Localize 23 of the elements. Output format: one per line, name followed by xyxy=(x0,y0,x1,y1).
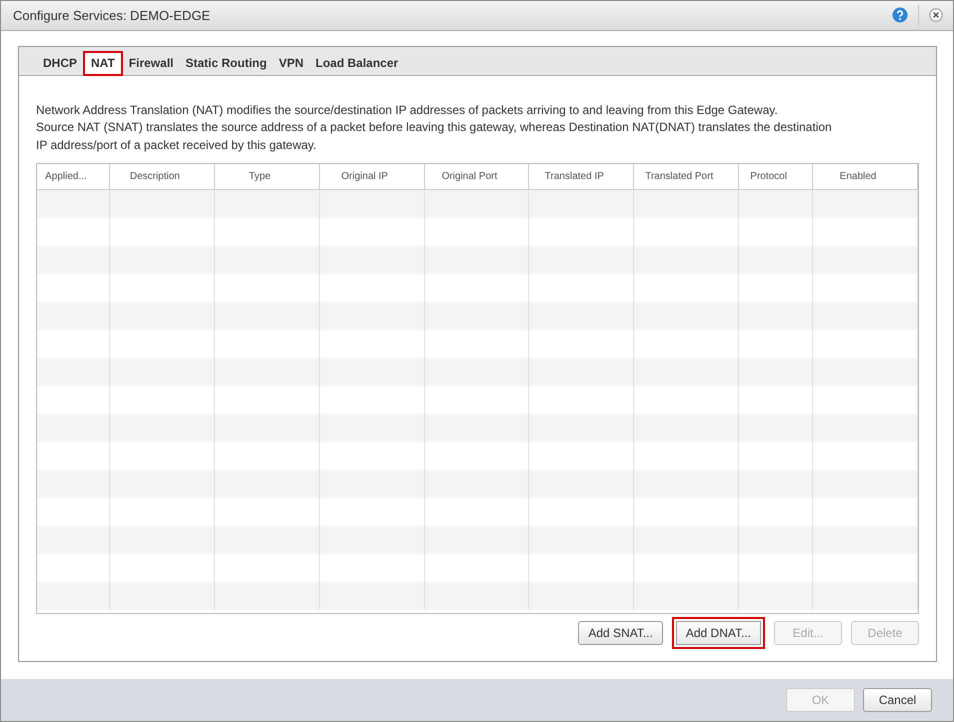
column-header[interactable]: Enabled xyxy=(813,164,918,190)
help-icon[interactable] xyxy=(892,7,908,24)
column-header[interactable]: Translated Port xyxy=(634,164,740,190)
tab[interactable]: NAT xyxy=(83,50,123,76)
close-icon[interactable] xyxy=(929,8,943,22)
tab[interactable]: DHCP xyxy=(37,50,84,75)
column-header[interactable]: Translated IP xyxy=(529,164,634,190)
tab[interactable]: Static Routing xyxy=(179,50,273,75)
column-header[interactable]: Protocol xyxy=(739,164,814,190)
column-header[interactable]: Original Port xyxy=(424,164,530,190)
column-header[interactable]: Description xyxy=(110,164,215,190)
column-header[interactable]: Type xyxy=(214,164,320,190)
window-title: Configure Services: DEMO-EDGE xyxy=(13,8,210,23)
description-text: Network Address Translation (NAT) modifies the source/destination IP addresses of packets arriving to and leaving from this Edge Gateway. xyxy=(36,102,779,119)
dialog-button[interactable]: Cancel xyxy=(863,688,932,712)
description-text: Source NAT (SNAT) translates the source address of a packet before leaving this gateway, whereas Destination NAT(DNAT) translates the destination IP address/port of a packet received by this gateway. xyxy=(36,119,833,154)
column-header[interactable]: Original IP xyxy=(320,164,425,190)
tab[interactable]: VPN xyxy=(272,50,310,75)
action-button[interactable]: Add SNAT... xyxy=(578,621,663,646)
tab[interactable]: Load Balancer xyxy=(310,50,404,75)
column-header[interactable]: Applied... xyxy=(37,164,110,190)
tab[interactable]: Firewall xyxy=(122,50,180,75)
action-button[interactable]: Add DNAT... xyxy=(672,617,765,650)
